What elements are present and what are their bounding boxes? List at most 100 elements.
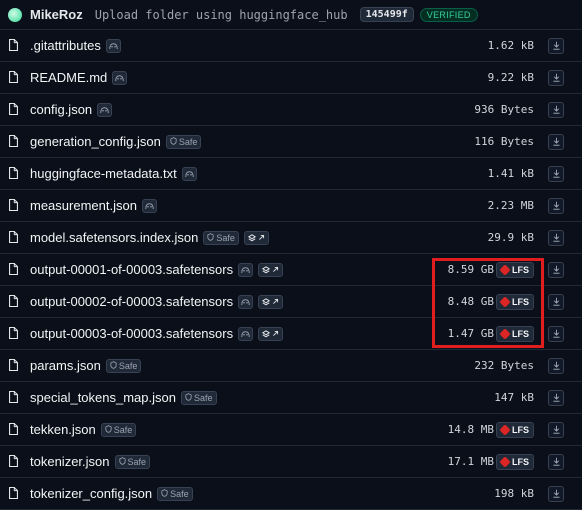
commit-sha[interactable]: 145499f [359, 7, 414, 22]
file-row[interactable]: tekken.json Safe 14.8 MB LFS [0, 414, 582, 446]
file-size: 29.9 kB [487, 231, 534, 244]
shield-icon [105, 424, 112, 435]
download-icon[interactable] [548, 69, 564, 86]
file-row[interactable]: output-00003-of-00003.safetensors 1.47 GB… [0, 318, 582, 350]
file-name-link[interactable]: output-00002-of-00003.safetensors [30, 294, 233, 309]
file-name-link[interactable]: config.json [30, 102, 92, 117]
safe-badge[interactable]: Safe [165, 134, 202, 149]
file-icon [8, 390, 22, 406]
avatar[interactable] [8, 7, 22, 22]
file-icon [8, 294, 22, 310]
download-icon[interactable] [548, 453, 564, 470]
file-size: 2.23 MB [487, 199, 534, 212]
file-size: 17.1 MB [447, 455, 494, 468]
file-name-link[interactable]: output-00003-of-00003.safetensors [30, 326, 233, 341]
download-icon[interactable] [548, 389, 564, 406]
scan-icon[interactable] [112, 70, 128, 85]
file-size: 1.41 kB [487, 167, 534, 180]
external-link-icon[interactable] [258, 294, 284, 309]
file-name-link[interactable]: tokenizer_config.json [30, 486, 152, 501]
download-icon[interactable] [548, 293, 564, 310]
scan-icon[interactable] [238, 326, 254, 341]
scan-icon[interactable] [97, 102, 113, 117]
lfs-icon [499, 423, 511, 436]
file-row[interactable]: measurement.json 2.23 MB [0, 190, 582, 222]
file-icon [8, 102, 22, 118]
safe-badge[interactable]: Safe [105, 358, 142, 373]
commit-bar: MikeRoz Upload folder using huggingface_… [0, 0, 582, 30]
file-name-link[interactable]: params.json [30, 358, 101, 373]
scan-icon[interactable] [141, 198, 157, 213]
lfs-badge: LFS [496, 421, 534, 438]
download-icon[interactable] [548, 261, 564, 278]
file-size: 8.48 GB [447, 295, 494, 308]
scan-icon[interactable] [105, 38, 121, 53]
file-size: 232 Bytes [474, 359, 534, 372]
shield-icon [161, 488, 168, 499]
commit-message[interactable]: Upload folder using huggingface_hub [95, 8, 348, 22]
lfs-label: LFS [512, 456, 529, 467]
file-row[interactable]: model.safetensors.index.json Safe 29.9 kB [0, 222, 582, 254]
download-icon[interactable] [548, 421, 564, 438]
lfs-badge: LFS [496, 325, 534, 342]
file-name-link[interactable]: huggingface-metadata.txt [30, 166, 177, 181]
file-size: 9.22 kB [487, 71, 534, 84]
file-name-link[interactable]: model.safetensors.index.json [30, 230, 198, 245]
file-name-link[interactable]: output-00001-of-00003.safetensors [30, 262, 233, 277]
download-icon[interactable] [548, 101, 564, 118]
file-name-link[interactable]: generation_config.json [30, 134, 161, 149]
external-link-icon[interactable] [243, 230, 269, 245]
download-icon[interactable] [548, 133, 564, 150]
file-row[interactable]: huggingface-metadata.txt 1.41 kB [0, 158, 582, 190]
safe-badge[interactable]: Safe [180, 390, 217, 405]
file-name-link[interactable]: README.md [30, 70, 107, 85]
verified-badge: VERIFIED [419, 7, 478, 22]
file-icon [8, 134, 22, 150]
shield-icon [170, 136, 177, 147]
file-row[interactable]: output-00002-of-00003.safetensors 8.48 GB… [0, 286, 582, 318]
scan-icon[interactable] [238, 262, 254, 277]
lfs-label: LFS [512, 328, 529, 339]
file-row[interactable]: params.json Safe 232 Bytes [0, 350, 582, 382]
scan-icon[interactable] [238, 294, 254, 309]
file-row[interactable]: tokenizer.json Safe 17.1 MB LFS [0, 446, 582, 478]
safe-label: Safe [193, 392, 213, 403]
external-link-icon[interactable] [258, 262, 284, 277]
file-name-link[interactable]: tekken.json [30, 422, 96, 437]
file-name-link[interactable]: special_tokens_map.json [30, 390, 176, 405]
commit-author[interactable]: MikeRoz [30, 7, 83, 22]
lfs-badge: LFS [496, 261, 534, 278]
file-list: .gitattributes 1.62 kB README.md 9.22 kB con… [0, 30, 582, 510]
file-row[interactable]: tokenizer_config.json Safe 198 kB [0, 478, 582, 510]
download-icon[interactable] [548, 197, 564, 214]
download-icon[interactable] [548, 357, 564, 374]
safe-badge[interactable]: Safe [157, 486, 193, 501]
safe-badge[interactable]: Safe [203, 230, 239, 245]
download-icon[interactable] [548, 165, 564, 182]
file-row[interactable]: README.md 9.22 kB [0, 62, 582, 94]
file-size: 1.47 GB [447, 327, 494, 340]
external-link-icon[interactable] [258, 326, 284, 341]
safe-label: Safe [216, 232, 235, 243]
download-icon[interactable] [548, 229, 564, 246]
file-name-link[interactable]: tokenizer.json [30, 454, 110, 469]
scan-icon[interactable] [181, 166, 197, 181]
file-row[interactable]: output-00001-of-00003.safetensors 8.59 GB… [0, 254, 582, 286]
file-row[interactable]: config.json 936 Bytes [0, 94, 582, 126]
download-icon[interactable] [548, 485, 564, 502]
lfs-icon [499, 295, 511, 308]
file-row[interactable]: generation_config.json Safe 116 Bytes [0, 126, 582, 158]
download-icon[interactable] [548, 37, 564, 54]
file-size: 8.59 GB [447, 263, 494, 276]
file-row[interactable]: .gitattributes 1.62 kB [0, 30, 582, 62]
file-row[interactable]: special_tokens_map.json Safe 147 kB [0, 382, 582, 414]
file-icon [8, 230, 22, 246]
safe-badge[interactable]: Safe [114, 454, 151, 469]
shield-icon [185, 392, 192, 403]
file-icon [8, 486, 22, 502]
file-size: 936 Bytes [474, 103, 534, 116]
file-name-link[interactable]: measurement.json [30, 198, 137, 213]
download-icon[interactable] [548, 325, 564, 342]
safe-badge[interactable]: Safe [100, 422, 137, 437]
file-name-link[interactable]: .gitattributes [30, 38, 101, 53]
